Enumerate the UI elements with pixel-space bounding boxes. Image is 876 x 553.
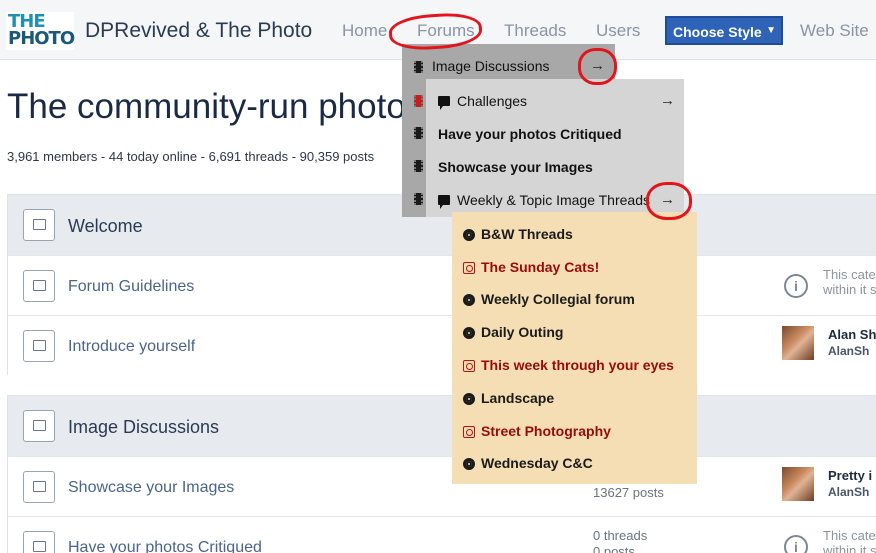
post-count: 13627 posts — [593, 485, 664, 500]
aperture-icon — [463, 262, 475, 274]
choose-style-button[interactable]: Choose Style ▼ — [665, 16, 783, 45]
choose-style-label: Choose Style — [673, 24, 762, 40]
thread-count: 0 threads — [593, 528, 648, 543]
last-post-user[interactable]: AlanSh — [828, 485, 869, 499]
menu-item-landscape[interactable]: Landscape — [481, 390, 554, 406]
annotation-circle-arrow — [646, 182, 692, 220]
forum-icon — [23, 410, 55, 442]
info-icon: i — [784, 274, 808, 298]
chat-bubble-icon — [438, 96, 450, 110]
arrow-right-icon[interactable]: → — [660, 92, 675, 109]
menu-item-challenges[interactable]: Challenges — [457, 93, 527, 109]
forum-description: within it s — [823, 543, 876, 553]
film-icon — [414, 127, 423, 139]
chevron-down-icon: ▼ — [766, 25, 776, 36]
avatar[interactable] — [782, 326, 814, 360]
aperture-icon — [463, 393, 475, 405]
menu-item-sunday-cats[interactable]: The Sunday Cats! — [481, 259, 599, 275]
last-post-user[interactable]: AlanSh — [828, 344, 869, 358]
menu-item-image-discussions[interactable]: Image Discussions — [432, 58, 550, 74]
forum-row: Showcase your Images 13627 posts Pretty … — [8, 456, 876, 516]
menu-item-weekly-collegial[interactable]: Weekly Collegial forum — [481, 291, 635, 307]
page-title: The community-run photo — [7, 87, 406, 126]
forum-icon — [23, 270, 55, 302]
forum-icon — [23, 330, 55, 362]
last-post-title[interactable]: Alan Sh — [828, 327, 876, 342]
menu-item-showcase[interactable]: Showcase your Images — [438, 159, 593, 175]
menu-item-weekly-topic[interactable]: Weekly & Topic Image Threads — [457, 192, 650, 208]
aperture-icon — [463, 327, 475, 339]
forum-description: This cate — [823, 528, 876, 543]
forum-title[interactable]: Introduce yourself — [68, 338, 195, 356]
category-title[interactable]: Image Discussions — [68, 417, 219, 438]
film-icon — [414, 160, 423, 172]
forum-row: Have your photos Critiqued 0 threads 0 p… — [8, 516, 876, 553]
weekly-topic-submenu: B&W Threads The Sunday Cats! Weekly Coll… — [452, 212, 697, 484]
site-logo[interactable]: THE PHOTO — [6, 12, 75, 50]
post-count: 0 posts — [593, 544, 635, 553]
aperture-icon — [463, 360, 475, 372]
last-post-title[interactable]: Pretty i — [828, 468, 872, 483]
film-icon — [414, 61, 423, 73]
nav-web-site[interactable]: Web Site — [800, 21, 869, 41]
category-title[interactable]: Welcome — [68, 216, 143, 237]
info-icon: i — [784, 535, 808, 553]
aperture-icon — [463, 458, 475, 470]
menu-item-street-photography[interactable]: Street Photography — [481, 423, 611, 439]
forum-icon — [23, 471, 55, 503]
forum-icon — [23, 531, 55, 553]
forum-description: This cate — [823, 267, 876, 282]
forum-description: within it s — [823, 282, 876, 297]
chat-bubble-icon — [438, 195, 450, 209]
site-title[interactable]: DPRevived & The Photo — [85, 19, 312, 43]
nav-home[interactable]: Home — [342, 21, 387, 41]
forum-row: Forum Guidelines i This cate within it s — [8, 255, 876, 315]
nav-users[interactable]: Users — [596, 21, 640, 41]
forum-title[interactable]: Forum Guidelines — [68, 278, 194, 296]
menu-item-this-week[interactable]: This week through your eyes — [481, 357, 674, 373]
aperture-icon — [463, 294, 475, 306]
film-icon — [414, 193, 423, 205]
annotation-circle-arrow — [578, 48, 617, 85]
forum-row: Introduce yourself Alan Sh AlanSh — [8, 315, 876, 375]
category-welcome: Welcome Forum Guidelines i This cate wit… — [7, 194, 876, 375]
aperture-icon — [463, 426, 475, 438]
site-stats: 3,961 members - 44 today online - 6,691 … — [7, 149, 375, 164]
aperture-icon — [463, 229, 475, 241]
forum-title[interactable]: Showcase your Images — [68, 479, 234, 497]
menu-item-critiqued[interactable]: Have your photos Critiqued — [438, 126, 622, 142]
category-image-discussions: Image Discussions Showcase your Images 1… — [7, 395, 876, 553]
forum-icon — [23, 209, 55, 241]
forum-title[interactable]: Have your photos Critiqued — [68, 539, 262, 553]
film-icon — [414, 95, 423, 107]
menu-item-wednesday-cc[interactable]: Wednesday C&C — [481, 455, 593, 471]
logo-line-2: PHOTO — [8, 28, 75, 49]
avatar[interactable] — [782, 467, 814, 501]
nav-threads[interactable]: Threads — [504, 21, 566, 41]
category-header: Image Discussions — [8, 396, 876, 456]
menu-item-daily-outing[interactable]: Daily Outing — [481, 324, 563, 340]
menu-item-bw-threads[interactable]: B&W Threads — [481, 226, 573, 242]
